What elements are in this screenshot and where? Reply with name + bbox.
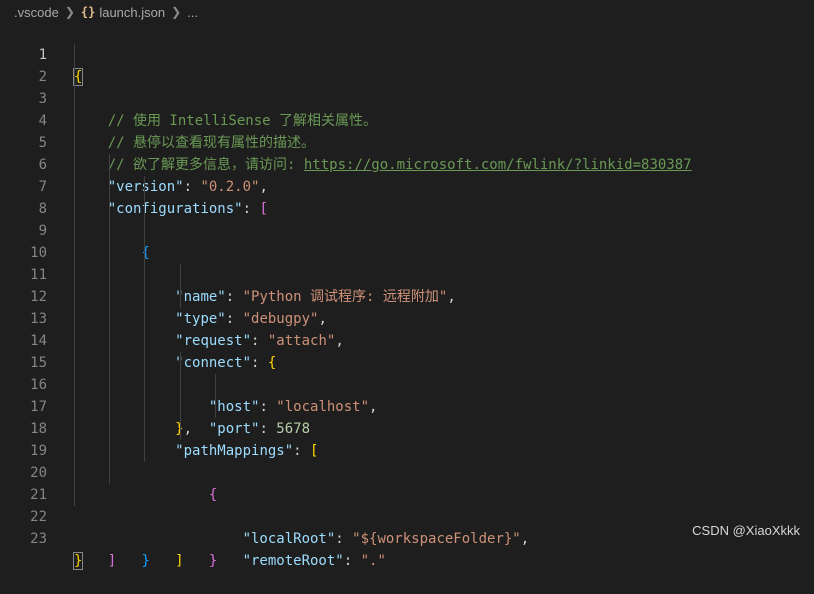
code-line: 17 "localRoot": "${workspaceFolder}", bbox=[0, 374, 814, 547]
code-line: 5 "version": "0.2.0", bbox=[0, 110, 814, 195]
indent-guide bbox=[74, 484, 75, 506]
indent-guide bbox=[74, 440, 75, 462]
breadcrumb-ellipsis[interactable]: ... bbox=[187, 5, 198, 20]
indent-guide bbox=[144, 220, 145, 242]
indent-guide bbox=[74, 330, 75, 352]
brace-close: } bbox=[141, 553, 150, 569]
brace-close: } bbox=[72, 552, 84, 570]
bracket-close: ] bbox=[107, 553, 117, 569]
json-key: "localRoot" bbox=[242, 531, 336, 547]
indent-guide bbox=[109, 396, 110, 418]
chevron-right-icon: ❯ bbox=[171, 5, 182, 19]
indent-guide bbox=[144, 440, 145, 462]
indent-guide bbox=[74, 396, 75, 418]
indent-guide bbox=[109, 462, 110, 484]
indent-guide bbox=[109, 154, 110, 176]
code-line: 20 ] bbox=[0, 440, 814, 569]
indent-guide bbox=[74, 374, 75, 396]
code-line: 6 "configurations": [ bbox=[0, 132, 814, 217]
code-line: 19 } bbox=[0, 418, 814, 569]
indent-guide bbox=[74, 198, 75, 220]
bracket-close: ] bbox=[175, 553, 184, 569]
code-line: 2 // 使用 IntelliSense 了解相关属性。 bbox=[0, 44, 814, 129]
json-file-icon: {} bbox=[80, 5, 96, 19]
indent-guide bbox=[109, 286, 110, 308]
json-string: "." bbox=[360, 553, 386, 569]
code-line: 8 "name": "Python 调试程序: 远程附加", bbox=[0, 176, 814, 305]
indent-guide bbox=[144, 198, 145, 220]
indent-guide bbox=[180, 396, 181, 418]
code-line: 12 "host": "localhost", bbox=[0, 264, 814, 415]
indent-guide bbox=[109, 308, 110, 330]
indent-guide bbox=[74, 242, 75, 264]
code-line: 7 { bbox=[0, 154, 814, 261]
indent-guide bbox=[144, 176, 145, 198]
code-line: 1 { bbox=[0, 22, 814, 86]
indent-guide bbox=[109, 264, 110, 286]
indent-guide bbox=[144, 396, 145, 418]
json-string: "${workspaceFolder}" bbox=[352, 531, 521, 547]
indent-guide bbox=[144, 352, 145, 374]
indent-guide bbox=[74, 110, 75, 132]
indent-guide bbox=[180, 418, 181, 440]
indent-guide bbox=[74, 352, 75, 374]
indent-guide bbox=[109, 330, 110, 352]
breadcrumb-file[interactable]: launch.json bbox=[99, 5, 165, 20]
json-key: "remoteRoot" bbox=[242, 553, 344, 569]
indent-guide bbox=[74, 418, 75, 440]
watermark: CSDN @XiaoXkkk bbox=[692, 523, 800, 538]
code-line: 18 "remoteRoot": "." bbox=[0, 396, 814, 569]
indent-guide bbox=[74, 66, 75, 88]
indent-guide bbox=[180, 286, 181, 308]
indent-guide bbox=[74, 308, 75, 330]
code-line: 16 { bbox=[0, 352, 814, 503]
indent-guide bbox=[74, 220, 75, 242]
code-line: 21 } bbox=[0, 462, 814, 569]
chevron-right-icon: ❯ bbox=[64, 5, 75, 19]
code-line: 13 "port": 5678 bbox=[0, 286, 814, 437]
indent-guide bbox=[109, 198, 110, 220]
code-line: 15 "pathMappings": [ bbox=[0, 330, 814, 459]
indent-guide bbox=[144, 264, 145, 286]
indent-guide bbox=[144, 286, 145, 308]
indent-guide bbox=[109, 176, 110, 198]
indent-guide bbox=[144, 242, 145, 264]
brace-close: } bbox=[208, 553, 218, 569]
indent-guide bbox=[180, 264, 181, 286]
indent-guide bbox=[74, 176, 75, 198]
code-line: 10 "request": "attach", bbox=[0, 220, 814, 349]
code-line: 14 }, bbox=[0, 308, 814, 437]
indent-guide bbox=[74, 286, 75, 308]
indent-guide bbox=[144, 418, 145, 440]
indent-guide bbox=[180, 352, 181, 374]
indent-guide bbox=[109, 220, 110, 242]
indent-guide bbox=[74, 44, 75, 66]
indent-guide bbox=[215, 396, 216, 418]
breadcrumb: .vscode ❯ {} launch.json ❯ ... bbox=[0, 0, 814, 24]
indent-guide bbox=[109, 242, 110, 264]
breadcrumb-folder[interactable]: .vscode bbox=[14, 5, 59, 20]
code-line: 11 "connect": { bbox=[0, 242, 814, 371]
code-line: 22 ] bbox=[0, 484, 814, 569]
indent-guide bbox=[74, 88, 75, 110]
code-editor[interactable]: 1 { 2 // 使用 IntelliSense 了解相关属性。 3 // 悬停… bbox=[0, 22, 814, 570]
indent-guide bbox=[109, 352, 110, 374]
indent-guide bbox=[74, 462, 75, 484]
indent-guide bbox=[74, 154, 75, 176]
indent-guide bbox=[109, 374, 110, 396]
code-line: 9 "type": "debugpy", bbox=[0, 198, 814, 327]
indent-guide bbox=[144, 308, 145, 330]
indent-guide bbox=[74, 264, 75, 286]
code-line: 4 // 欲了解更多信息，请访问: https://go.microsoft.c… bbox=[0, 88, 814, 173]
indent-guide bbox=[180, 374, 181, 396]
code-line: 3 // 悬停以查看现有属性的描述。 bbox=[0, 66, 814, 151]
indent-guide bbox=[215, 374, 216, 396]
indent-guide bbox=[144, 374, 145, 396]
indent-guide bbox=[144, 330, 145, 352]
indent-guide bbox=[109, 418, 110, 440]
indent-guide bbox=[109, 440, 110, 462]
indent-guide bbox=[74, 132, 75, 154]
